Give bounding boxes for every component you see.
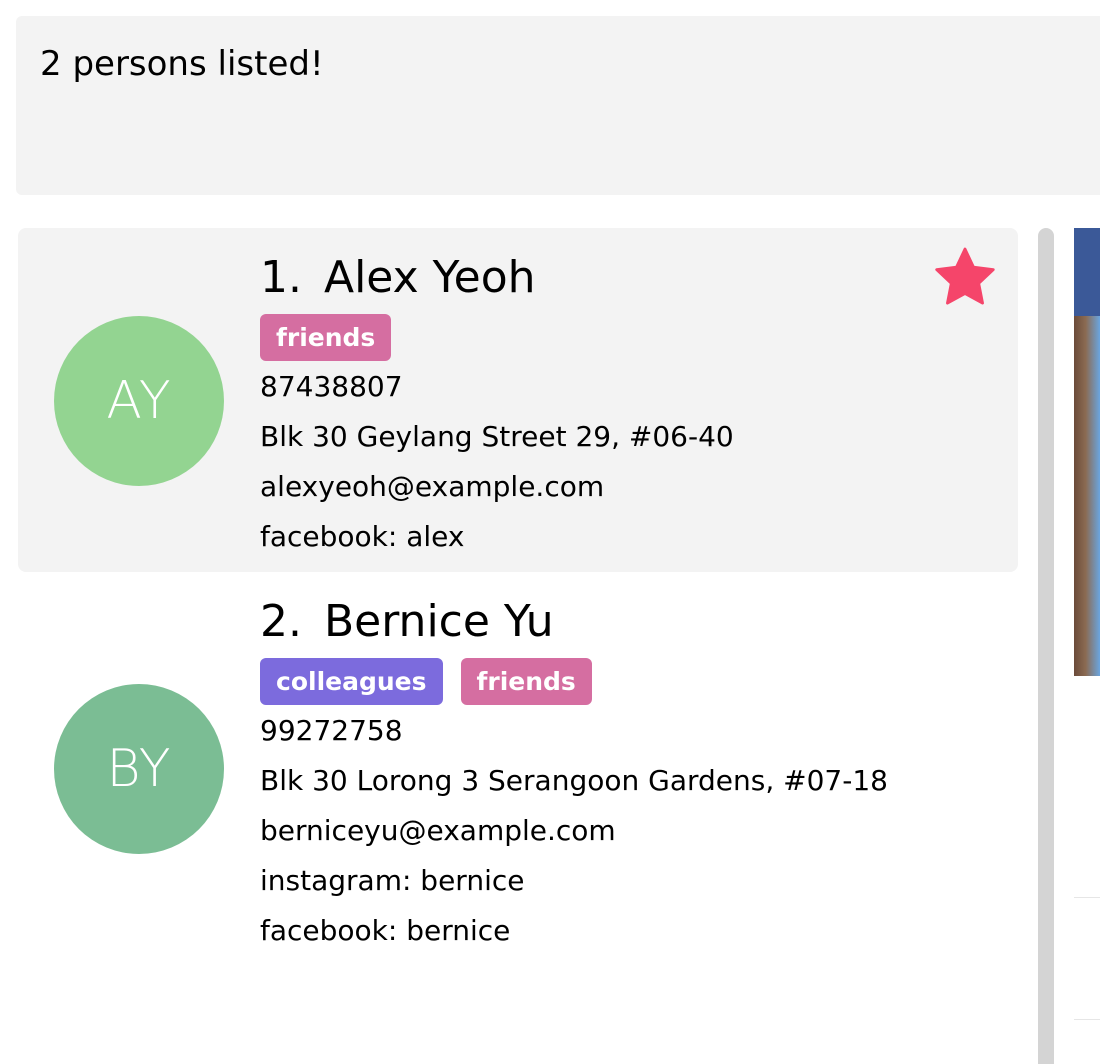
- person-social: facebook: bernice: [260, 914, 511, 947]
- tag-friends: friends: [460, 658, 592, 705]
- browser-header: [1074, 228, 1100, 316]
- profile-photo: [1074, 316, 1100, 676]
- person-name: Alex Yeoh: [323, 252, 536, 303]
- person-name-line: 1. Alex Yeoh: [260, 256, 536, 300]
- tag-colleagues: colleagues: [260, 658, 443, 705]
- tag-list: friends: [260, 314, 392, 361]
- result-message: 2 persons listed!: [40, 44, 324, 84]
- avatar: AY: [54, 316, 224, 486]
- person-list[interactable]: AY 1. Alex Yeoh friends 87438807 Blk 30 G…: [18, 228, 1018, 1064]
- person-social: instagram: bernice: [260, 864, 525, 897]
- tag-list: colleagues friends: [260, 658, 592, 705]
- divider: [1074, 897, 1100, 898]
- divider: [1074, 1019, 1100, 1020]
- person-card[interactable]: AY 1. Alex Yeoh friends 87438807 Blk 30 G…: [18, 228, 1018, 572]
- person-index: 2.: [260, 596, 302, 647]
- person-card[interactable]: BY 2. Bernice Yu colleagues friends 99272…: [18, 572, 1018, 962]
- result-display: 2 persons listed!: [16, 16, 1100, 195]
- person-name: Bernice Yu: [323, 596, 554, 647]
- tag-friends: friends: [260, 314, 392, 361]
- person-email: alexyeoh@example.com: [260, 470, 605, 503]
- avatar: BY: [54, 684, 224, 854]
- list-scrollbar[interactable]: [1038, 228, 1054, 1064]
- avatar-initials: BY: [106, 739, 172, 799]
- person-address: Blk 30 Geylang Street 29, #06-40: [260, 420, 734, 453]
- avatar-initials: AY: [106, 371, 172, 431]
- person-address: Blk 30 Lorong 3 Serangoon Gardens, #07-1…: [260, 764, 888, 797]
- person-index: 1.: [260, 252, 302, 303]
- person-name-line: 2. Bernice Yu: [260, 600, 554, 644]
- person-social: facebook: alex: [260, 520, 465, 553]
- browser-panel: [1074, 228, 1100, 1064]
- favorite-star-icon[interactable]: [932, 244, 998, 310]
- person-email: berniceyu@example.com: [260, 814, 616, 847]
- person-phone: 87438807: [260, 370, 403, 403]
- person-phone: 99272758: [260, 714, 403, 747]
